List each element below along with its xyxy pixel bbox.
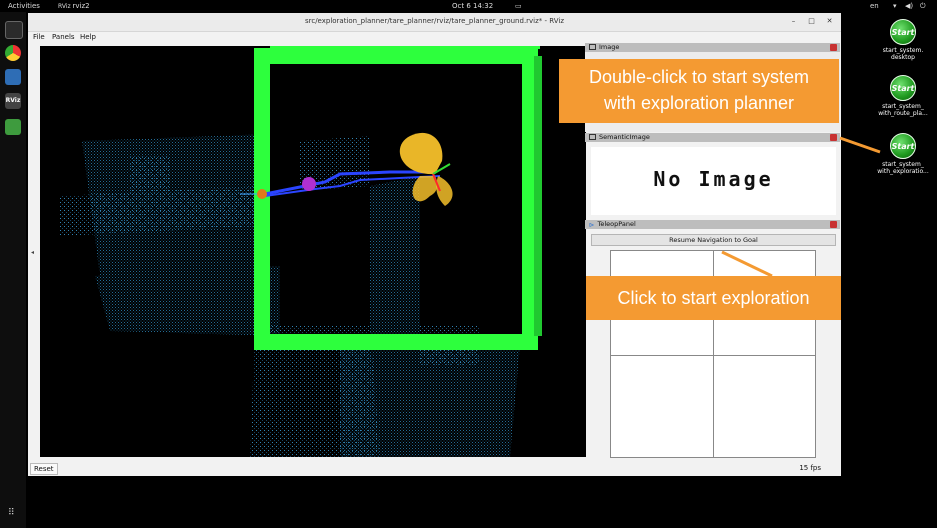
callout-line-2: with exploration planner	[603, 93, 795, 113]
callout-start-exploration: Click to start exploration	[586, 276, 841, 320]
callout-start-system: Double-click to start system with explor…	[559, 59, 839, 123]
callout-line-1: Double-click to start system	[588, 67, 810, 87]
